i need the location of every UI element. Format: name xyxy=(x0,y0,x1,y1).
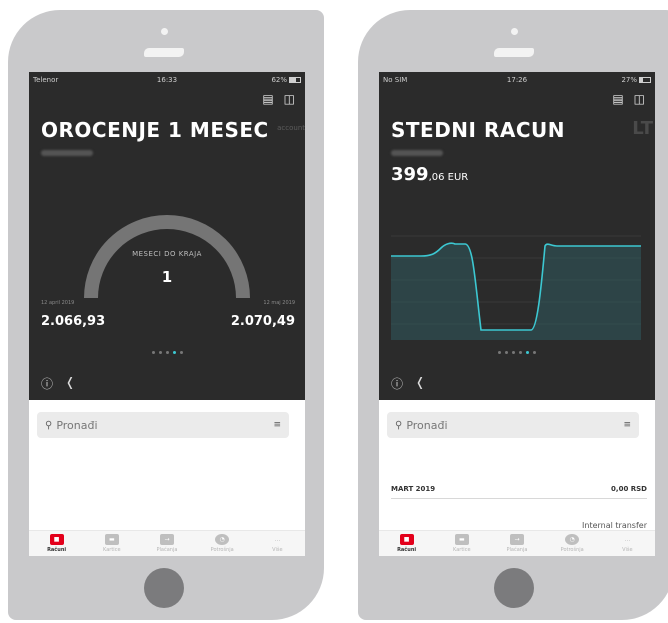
card-icon: ▬ xyxy=(454,534,469,545)
phone-screen: Telenor 16:33 62% ▤ ◫ OROCENJE 1 MESEC a… xyxy=(29,72,305,556)
tab-cards[interactable]: ▬ Kartice xyxy=(438,534,486,553)
tab-spending[interactable]: ◔ Potrošnja xyxy=(198,534,246,553)
status-time: 17:26 xyxy=(506,76,528,84)
front-camera xyxy=(161,28,168,35)
next-account-label: LT xyxy=(632,118,653,139)
status-bar: Telenor 16:33 62% xyxy=(33,75,301,85)
map-icon[interactable]: ◫ xyxy=(634,92,645,106)
start-amount: 2.066,93 xyxy=(41,314,106,329)
search-input[interactable]: ⚲ Pronađi ≡ xyxy=(387,412,639,438)
front-camera xyxy=(511,28,518,35)
share-icon[interactable]: ❬ xyxy=(415,375,425,392)
payments-icon: → xyxy=(509,534,524,545)
month-header: MART 2019 xyxy=(391,485,436,493)
transaction-description[interactable]: Internal transfer xyxy=(582,521,647,530)
home-button[interactable] xyxy=(494,568,534,608)
page-indicator[interactable] xyxy=(379,351,655,354)
account-number-redacted xyxy=(41,150,93,156)
tab-bar: ■ Računi ▬ Kartice → Plaćanja ◔ Potrošnja … V… xyxy=(379,530,655,556)
more-icon: … xyxy=(624,536,631,543)
search-input[interactable]: ⚲ Pronađi ≡ xyxy=(37,412,289,438)
phone-frame-left: Telenor 16:33 62% ▤ ◫ OROCENJE 1 MESEC a… xyxy=(8,10,324,620)
search-placeholder: Pronađi xyxy=(406,418,448,432)
end-date: 12 maj 2019 xyxy=(263,300,295,306)
tab-accounts[interactable]: ■ Računi xyxy=(33,534,81,553)
search-icon: ⚲ xyxy=(45,419,53,431)
tab-payments[interactable]: → Plaćanja xyxy=(143,534,191,553)
end-amount: 2.070,49 xyxy=(230,314,295,329)
account-number-redacted xyxy=(391,150,443,156)
gauge-label: MESECI DO KRAJA xyxy=(132,250,202,258)
pie-chart-icon: ◔ xyxy=(215,534,230,545)
account-card: No SIM 17:26 27% ▤ ◫ STEDNI RACUN LT 399… xyxy=(379,72,655,400)
phone-screen: No SIM 17:26 27% ▤ ◫ STEDNI RACUN LT 399… xyxy=(379,72,655,556)
tab-more[interactable]: … Više xyxy=(603,534,651,553)
more-icon: … xyxy=(274,536,281,543)
info-icon[interactable]: ⓘ xyxy=(41,375,53,392)
filter-icon[interactable]: ≡ xyxy=(273,420,281,430)
battery-icon xyxy=(639,77,651,83)
speaker-grille xyxy=(494,48,534,57)
pie-chart-icon: ◔ xyxy=(565,534,580,545)
tab-cards[interactable]: ▬ Kartice xyxy=(88,534,136,553)
status-time: 16:33 xyxy=(156,76,178,84)
balance-chart xyxy=(391,235,641,340)
phone-frame-right: No SIM 17:26 27% ▤ ◫ STEDNI RACUN LT 399… xyxy=(358,10,668,620)
tab-accounts[interactable]: ■ Računi xyxy=(383,534,431,553)
tab-more[interactable]: … Više xyxy=(253,534,301,553)
payments-icon: → xyxy=(159,534,174,545)
start-date: 12 april 2019 xyxy=(41,300,75,306)
account-subtitle: account xyxy=(277,124,305,132)
account-card: Telenor 16:33 62% ▤ ◫ OROCENJE 1 MESEC a… xyxy=(29,72,305,400)
card-icon: ▬ xyxy=(104,534,119,545)
filter-icon[interactable]: ≡ xyxy=(623,420,631,430)
balance-whole: 399 xyxy=(391,164,429,185)
accounts-icon: ■ xyxy=(399,534,414,545)
share-icon[interactable]: ❬ xyxy=(65,375,75,392)
speaker-grille xyxy=(144,48,184,57)
divider xyxy=(391,498,647,499)
message-icon[interactable]: ▤ xyxy=(262,92,273,106)
account-title: STEDNI RACUN xyxy=(391,118,565,142)
tab-payments[interactable]: → Plaćanja xyxy=(493,534,541,553)
page-indicator[interactable] xyxy=(29,351,305,354)
balance-fraction: ,06 EUR xyxy=(428,172,469,183)
search-icon: ⚲ xyxy=(395,419,403,431)
battery-icon xyxy=(289,77,301,83)
gauge-value: 1 xyxy=(161,268,173,286)
message-icon[interactable]: ▤ xyxy=(612,92,623,106)
status-bar: No SIM 17:26 27% xyxy=(383,75,651,85)
search-placeholder: Pronađi xyxy=(56,418,98,432)
balance: 399,06 EUR xyxy=(391,164,468,185)
info-icon[interactable]: ⓘ xyxy=(391,375,403,392)
map-icon[interactable]: ◫ xyxy=(284,92,295,106)
accounts-icon: ■ xyxy=(49,534,64,545)
account-title: OROCENJE 1 MESEC xyxy=(41,118,269,142)
tab-spending[interactable]: ◔ Potrošnja xyxy=(548,534,596,553)
month-total: 0,00 RSD xyxy=(611,485,647,493)
home-button[interactable] xyxy=(144,568,184,608)
tab-bar: ■ Računi ▬ Kartice → Plaćanja ◔ Potrošnja … V… xyxy=(29,530,305,556)
